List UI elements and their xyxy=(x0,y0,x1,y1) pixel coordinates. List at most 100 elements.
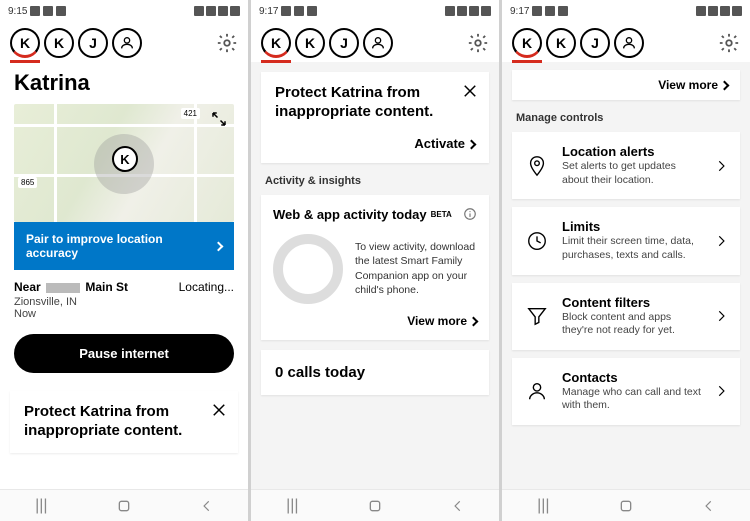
status-icon xyxy=(720,6,730,16)
person-icon xyxy=(119,35,135,51)
settings-icon[interactable] xyxy=(718,32,740,54)
avatar-generic[interactable] xyxy=(614,28,644,58)
phone-screen-1: 9:15 K K J Katrina 421 865 K Pair to imp… xyxy=(0,0,248,521)
activity-card: Web & app activity today BETA To view ac… xyxy=(261,195,489,340)
pause-internet-button[interactable]: Pause internet xyxy=(14,334,234,373)
chevron-right-icon xyxy=(720,81,730,91)
location-map[interactable]: 421 865 K xyxy=(14,104,234,222)
avatar-k[interactable]: K xyxy=(546,28,576,58)
status-icon xyxy=(30,6,40,16)
nav-home[interactable] xyxy=(112,497,136,515)
status-icon xyxy=(558,6,568,16)
status-icon xyxy=(445,6,455,16)
control-desc: Manage who can call and text with them. xyxy=(562,386,702,413)
control-title: Limits xyxy=(562,219,702,234)
partial-card: View more xyxy=(512,70,740,100)
control-content-filters[interactable]: Content filtersBlock content and apps th… xyxy=(512,283,740,350)
status-bar: 9:15 xyxy=(0,0,248,22)
chevron-right-icon xyxy=(467,139,477,149)
nav-home[interactable] xyxy=(363,497,387,515)
redacted-text xyxy=(46,283,80,293)
avatar-j[interactable]: J xyxy=(78,28,108,58)
controls-list: Location alertsSet alerts to get updates… xyxy=(512,132,740,425)
nav-back[interactable] xyxy=(195,497,219,515)
activity-donut-chart xyxy=(273,234,343,304)
chevron-right-icon xyxy=(714,384,728,398)
control-limits[interactable]: LimitsLimit their screen time, data, pur… xyxy=(512,207,740,274)
avatar-k[interactable]: K xyxy=(295,28,325,58)
close-icon[interactable] xyxy=(461,82,479,100)
settings-icon[interactable] xyxy=(216,32,238,54)
status-icon xyxy=(206,6,216,16)
avatar-k-active[interactable]: K xyxy=(261,28,291,58)
status-icon xyxy=(194,6,204,16)
section-label-controls: Manage controls xyxy=(502,100,750,128)
profile-switcher: K K J xyxy=(502,22,750,62)
view-more-button[interactable]: View more xyxy=(524,78,728,92)
activate-button[interactable]: Activate xyxy=(275,136,475,151)
close-icon[interactable] xyxy=(210,401,228,419)
nav-recent[interactable]: ||| xyxy=(29,497,53,515)
status-bar: 9:17 xyxy=(502,0,750,22)
beta-badge: BETA xyxy=(431,210,452,219)
settings-icon[interactable] xyxy=(467,32,489,54)
status-time: 9:15 xyxy=(8,6,27,17)
control-desc: Set alerts to get updates about their lo… xyxy=(562,160,702,187)
nav-recent[interactable]: ||| xyxy=(280,497,304,515)
nav-back[interactable] xyxy=(446,497,470,515)
status-icon xyxy=(230,6,240,16)
phone-screen-2: 9:17 K K J Protect Katrina from inapprop… xyxy=(251,0,499,521)
status-icon xyxy=(696,6,706,16)
protect-card-title: Protect Katrina from inappropriate conte… xyxy=(24,403,224,441)
clock-icon xyxy=(526,230,548,252)
status-icon xyxy=(481,6,491,16)
status-icon xyxy=(457,6,467,16)
profile-name: Katrina xyxy=(0,62,248,104)
status-icon xyxy=(294,6,304,16)
phone-screen-3: 9:17 K K J View more Manage controls Loc… xyxy=(502,0,750,521)
status-time: 9:17 xyxy=(510,6,529,17)
android-navbar: ||| xyxy=(502,489,750,521)
person-icon xyxy=(370,35,386,51)
avatar-generic[interactable] xyxy=(112,28,142,58)
pair-location-button[interactable]: Pair to improve location accuracy xyxy=(14,222,234,270)
control-location-alerts[interactable]: Location alertsSet alerts to get updates… xyxy=(512,132,740,199)
nav-home[interactable] xyxy=(614,497,638,515)
protect-card-title: Protect Katrina from inappropriate conte… xyxy=(275,84,475,122)
expand-icon[interactable] xyxy=(210,110,228,128)
person-icon xyxy=(621,35,637,51)
status-time: 9:17 xyxy=(259,6,278,17)
view-more-button[interactable]: View more xyxy=(273,314,477,328)
status-icon xyxy=(307,6,317,16)
avatar-j[interactable]: J xyxy=(329,28,359,58)
control-title: Content filters xyxy=(562,295,702,310)
profile-switcher: K K J xyxy=(0,22,248,62)
location-near: Near Main St xyxy=(14,280,128,294)
control-title: Location alerts xyxy=(562,144,702,159)
protect-card: Protect Katrina from inappropriate conte… xyxy=(261,72,489,163)
status-icon xyxy=(469,6,479,16)
info-icon[interactable] xyxy=(463,207,477,221)
status-bar: 9:17 xyxy=(251,0,499,22)
status-icon xyxy=(545,6,555,16)
nav-back[interactable] xyxy=(697,497,721,515)
avatar-k-active[interactable]: K xyxy=(10,28,40,58)
calls-card[interactable]: 0 calls today xyxy=(261,350,489,395)
status-icon xyxy=(281,6,291,16)
location-pin: K xyxy=(112,146,138,172)
avatar-generic[interactable] xyxy=(363,28,393,58)
location-info: Near Main St Locating... Zionsville, IN … xyxy=(14,280,234,320)
status-icon xyxy=(708,6,718,16)
route-shield: 421 xyxy=(181,108,200,119)
avatar-k[interactable]: K xyxy=(44,28,74,58)
control-contacts[interactable]: ContactsManage who can call and text wit… xyxy=(512,358,740,425)
status-icon xyxy=(532,6,542,16)
nav-recent[interactable]: ||| xyxy=(531,497,555,515)
avatar-k-active[interactable]: K xyxy=(512,28,542,58)
protect-card: Protect Katrina from inappropriate conte… xyxy=(10,391,238,453)
control-desc: Limit their screen time, data, purchases… xyxy=(562,235,702,262)
chevron-right-icon xyxy=(714,309,728,323)
avatar-j[interactable]: J xyxy=(580,28,610,58)
route-shield: 865 xyxy=(18,177,37,188)
status-icon xyxy=(732,6,742,16)
